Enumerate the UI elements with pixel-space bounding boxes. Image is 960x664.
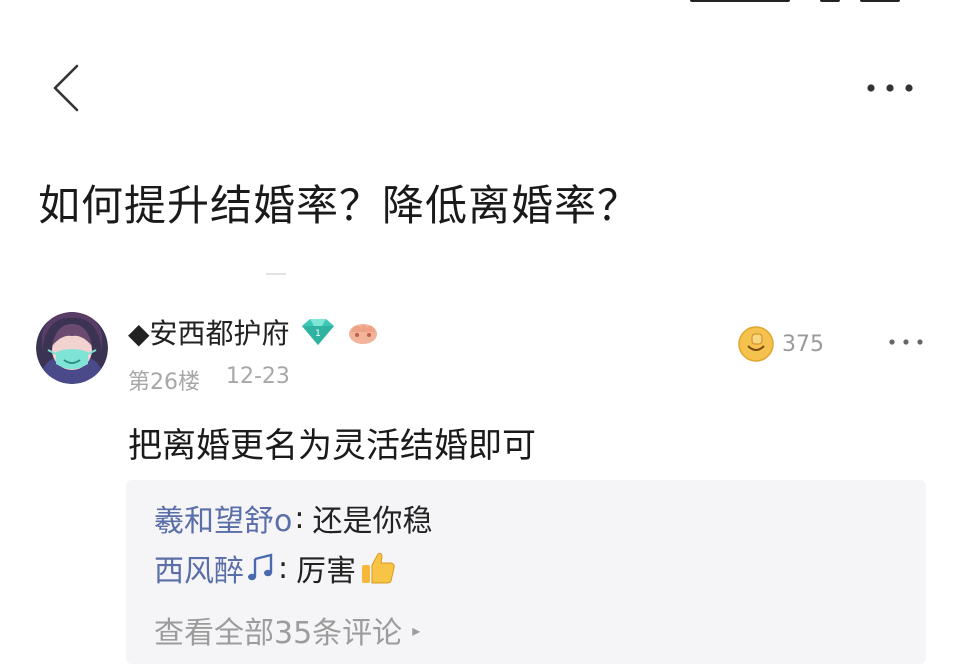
view-all-label: 查看全部35条评论 xyxy=(154,616,403,651)
back-button[interactable] xyxy=(44,58,88,118)
answer-content[interactable]: 把离婚更名为灵活结婚即可 xyxy=(128,418,536,467)
more-horizontal-icon xyxy=(889,339,923,345)
comment-text: 厉害 xyxy=(296,554,357,589)
fist-badge-icon xyxy=(346,318,380,346)
post-date: 12-23 xyxy=(226,364,290,389)
comment-separator: : xyxy=(278,550,289,586)
diamond-badge-icon: 1 xyxy=(300,318,336,346)
chevron-left-icon xyxy=(53,64,79,112)
like-emoji-icon xyxy=(738,326,774,362)
comment-author[interactable]: 羲和望舒o xyxy=(154,496,292,540)
more-options-button[interactable] xyxy=(860,68,920,108)
status-bar-signal xyxy=(690,0,790,2)
divider xyxy=(266,273,286,275)
avatar[interactable] xyxy=(36,312,108,384)
comment-text: 还是你稳 xyxy=(312,504,433,539)
status-bar-wifi xyxy=(820,0,840,2)
status-bar xyxy=(0,0,960,14)
like-count: 375 xyxy=(782,331,824,357)
comment-separator: : xyxy=(294,500,305,536)
question-title[interactable]: 如何提升结婚率？降低离婚率？ xyxy=(38,172,640,233)
status-bar-battery xyxy=(860,0,900,2)
comment-preview-box[interactable]: 羲和望舒o : 还是你稳 西风醉 : 厉害 查看全部35条评论 ▸ xyxy=(126,480,926,664)
comment-author[interactable]: 西风醉 xyxy=(154,546,244,590)
answer-meta: 第26楼 12-23 xyxy=(128,364,290,396)
comment-item[interactable]: 西风醉 : 厉害 xyxy=(154,546,396,590)
avatar-image xyxy=(36,312,108,384)
answer-more-button[interactable] xyxy=(884,330,928,354)
floor-number: 第26楼 xyxy=(128,370,200,395)
view-all-comments-link[interactable]: 查看全部35条评论 ▸ xyxy=(154,608,420,652)
user-row: ◆安西都护府 1 xyxy=(128,312,380,352)
svg-text:1: 1 xyxy=(315,329,321,339)
thumbs-up-icon xyxy=(360,551,396,585)
username[interactable]: ◆安西都护府 xyxy=(128,312,290,352)
like-button[interactable]: 375 xyxy=(736,324,824,364)
caret-right-icon: ▸ xyxy=(412,620,421,640)
comment-item[interactable]: 羲和望舒o : 还是你稳 xyxy=(154,496,432,540)
more-horizontal-icon xyxy=(867,84,913,92)
music-note-icon xyxy=(246,553,276,583)
top-nav-bar xyxy=(0,50,960,130)
